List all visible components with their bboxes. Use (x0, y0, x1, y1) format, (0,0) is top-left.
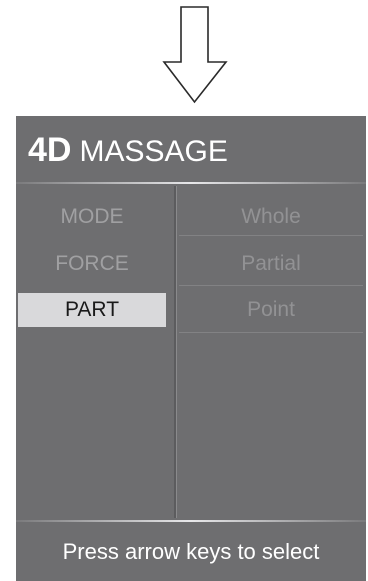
option-point[interactable]: Point (179, 293, 363, 327)
title-massage: MASSAGE (79, 135, 228, 168)
header-divider (16, 182, 366, 184)
footer-hint: Press arrow keys to select (62, 539, 320, 564)
column-separator (174, 186, 177, 518)
title-4d: 4D (28, 131, 72, 169)
menu-item-force[interactable]: FORCE (18, 247, 166, 281)
menu-item-mode[interactable]: MODE (18, 200, 166, 234)
page-title: 4D MASSAGE (28, 132, 228, 168)
option-divider (179, 235, 363, 236)
option-divider (179, 285, 363, 286)
option-partial[interactable]: Partial (179, 247, 363, 281)
option-divider (179, 332, 363, 333)
option-whole[interactable]: Whole (179, 200, 363, 234)
massage-menu-panel: 4D MASSAGE MODE FORCE PART Whole Partial … (16, 116, 366, 581)
footer-divider (16, 520, 366, 522)
down-arrow-icon (162, 6, 228, 104)
menu-item-part[interactable]: PART (18, 293, 166, 327)
